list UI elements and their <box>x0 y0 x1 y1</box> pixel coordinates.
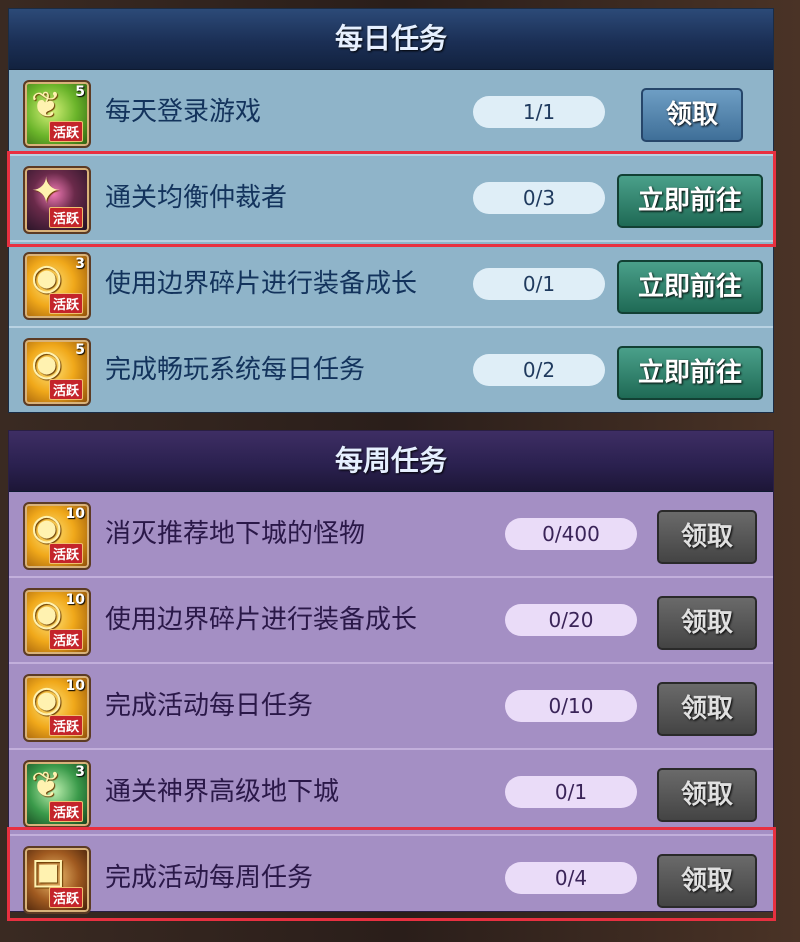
reward-count: 5 <box>75 84 85 100</box>
task-progress: 0/4 <box>505 862 637 894</box>
task-name: 通关均衡仲裁者 <box>105 183 288 213</box>
task-progress: 0/1 <box>505 776 637 808</box>
gold-coin-icon: ◉ 10 活跃 <box>23 502 91 570</box>
weekly-task-row: ❦ 3 活跃 通关神界高级地下城 0/1 领取 <box>9 750 773 836</box>
task-progress: 0/3 <box>473 182 605 214</box>
task-name: 使用边界碎片进行装备成长 <box>105 605 418 635</box>
task-name: 通关神界高级地下城 <box>105 777 340 807</box>
task-progress: 0/400 <box>505 518 637 550</box>
reward-tag: 活跃 <box>49 379 84 400</box>
claim-button[interactable]: 领取 <box>641 88 743 142</box>
reward-tag: 活跃 <box>49 715 84 736</box>
claim-button[interactable]: 领取 <box>657 682 757 736</box>
daily-task-row: ✦ 活跃 通关均衡仲裁者 0/3 立即前往 <box>9 156 773 242</box>
gold-coin-icon: ◉ 3 活跃 <box>23 252 91 320</box>
reward-count: 10 <box>65 592 85 608</box>
reward-tag: 活跃 <box>49 293 84 314</box>
reward-count: 3 <box>75 256 85 272</box>
weekly-task-row: ▣ 活跃 完成活动每周任务 0/4 领取 <box>9 836 773 920</box>
claim-button[interactable]: 领取 <box>657 596 757 650</box>
daily-task-row: ◉ 5 活跃 完成畅玩系统每日任务 0/2 立即前往 <box>9 328 773 412</box>
weekly-tasks-panel: 每周任务 ◉ 10 活跃 消灭推荐地下城的怪物 0/400 领取 ◉ 10 活跃… <box>8 430 774 914</box>
reward-tag: 活跃 <box>49 801 84 822</box>
task-progress: 0/1 <box>473 268 605 300</box>
reward-tag: 活跃 <box>49 121 84 142</box>
task-progress: 0/10 <box>505 690 637 722</box>
reward-count: 5 <box>75 342 85 358</box>
reward-count: 10 <box>65 506 85 522</box>
reward-tag: 活跃 <box>49 543 84 564</box>
gold-coin-icon: ◉ 10 活跃 <box>23 588 91 656</box>
reward-count: 10 <box>65 678 85 694</box>
task-name: 消灭推荐地下城的怪物 <box>105 519 366 549</box>
daily-tasks-title: 每日任务 <box>9 9 773 70</box>
reward-tag: 活跃 <box>49 207 84 228</box>
reward-count: 3 <box>75 764 85 780</box>
task-progress: 0/2 <box>473 354 605 386</box>
gold-coin-icon: ◉ 10 活跃 <box>23 674 91 742</box>
dark-gem-icon: ✦ 活跃 <box>23 166 91 234</box>
task-name: 使用边界碎片进行装备成长 <box>105 269 418 299</box>
task-name: 完成活动每周任务 <box>105 863 314 893</box>
weekly-task-row: ◉ 10 活跃 消灭推荐地下城的怪物 0/400 领取 <box>9 492 773 578</box>
task-name: 每天登录游戏 <box>105 97 262 127</box>
green-leaf-icon: ❦ 3 活跃 <box>23 760 91 828</box>
daily-task-row: ❦ 5 活跃 每天登录游戏 1/1 领取 <box>9 70 773 156</box>
go-now-button[interactable]: 立即前往 <box>617 174 763 228</box>
green-leaf-icon: ❦ 5 活跃 <box>23 80 91 148</box>
gold-coin-icon: ◉ 5 活跃 <box>23 338 91 406</box>
daily-task-row: ◉ 3 活跃 使用边界碎片进行装备成长 0/1 立即前往 <box>9 242 773 328</box>
task-name: 完成畅玩系统每日任务 <box>105 355 366 385</box>
go-now-button[interactable]: 立即前往 <box>617 346 763 400</box>
claim-button[interactable]: 领取 <box>657 854 757 908</box>
reward-tag: 活跃 <box>49 887 84 908</box>
weekly-task-row: ◉ 10 活跃 使用边界碎片进行装备成长 0/20 领取 <box>9 578 773 664</box>
weekly-tasks-title: 每周任务 <box>9 431 773 492</box>
treasure-chest-icon: ▣ 活跃 <box>23 846 91 914</box>
reward-tag: 活跃 <box>49 629 84 650</box>
weekly-task-row: ◉ 10 活跃 完成活动每日任务 0/10 领取 <box>9 664 773 750</box>
claim-button[interactable]: 领取 <box>657 768 757 822</box>
task-name: 完成活动每日任务 <box>105 691 314 721</box>
task-progress: 0/20 <box>505 604 637 636</box>
go-now-button[interactable]: 立即前往 <box>617 260 763 314</box>
claim-button[interactable]: 领取 <box>657 510 757 564</box>
daily-tasks-panel: 每日任务 ❦ 5 活跃 每天登录游戏 1/1 领取 ✦ 活跃 通关均衡仲裁者 0… <box>8 8 774 413</box>
task-progress: 1/1 <box>473 96 605 128</box>
